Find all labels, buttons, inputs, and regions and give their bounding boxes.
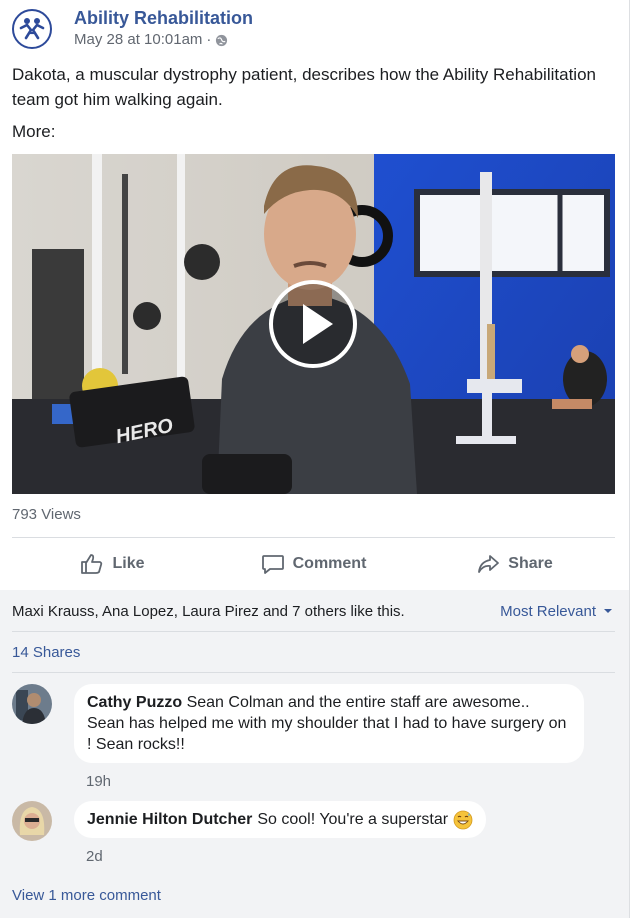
view-more-comments-link[interactable]: View 1 more comment: [12, 887, 161, 904]
comment-icon: [261, 555, 284, 574]
comment-bubble: Cathy Puzzo Sean Colman and the entire s…: [74, 684, 584, 763]
like-label: Like: [112, 555, 145, 572]
engagement-section: Maxi Krauss, Ana Lopez, Laura Pirez and …: [0, 590, 629, 918]
comment-body: Jennie Hilton Dutcher So cool! You're a …: [74, 801, 487, 865]
logo-icon: [19, 18, 45, 40]
comment-button[interactable]: Comment: [213, 542, 414, 586]
post-text: Dakota, a muscular dystrophy patient, de…: [12, 65, 596, 109]
thumbs-up-icon: [81, 554, 103, 574]
post-header: Ability Rehabilitation May 28 at 10:01am…: [12, 6, 253, 52]
post-timestamp-row: May 28 at 10:01am ·: [74, 30, 253, 50]
page-avatar[interactable]: [12, 9, 52, 49]
divider: [12, 537, 615, 538]
comment-bubble: Jennie Hilton Dutcher So cool! You're a …: [74, 801, 487, 838]
sort-dropdown[interactable]: Most Relevant: [500, 603, 615, 620]
shares-link[interactable]: 14 Shares: [12, 644, 80, 661]
grinning-sweat-emoji-icon: [453, 810, 473, 829]
views-count: 793 Views: [12, 506, 81, 523]
share-icon: [478, 555, 500, 573]
commenter-avatar[interactable]: [12, 684, 52, 724]
share-label: Share: [508, 555, 553, 572]
comment-label: Comment: [292, 555, 367, 572]
comment-body: Cathy Puzzo Sean Colman and the entire s…: [74, 684, 584, 790]
page-meta: Ability Rehabilitation May 28 at 10:01am…: [74, 8, 253, 50]
play-icon[interactable]: [267, 278, 359, 370]
commenter-avatar[interactable]: [12, 801, 52, 841]
like-button[interactable]: Like: [12, 542, 213, 586]
comment-author[interactable]: Cathy Puzzo: [87, 694, 182, 711]
post-timestamp[interactable]: May 28 at 10:01am: [74, 30, 202, 50]
likes-row: Maxi Krauss, Ana Lopez, Laura Pirez and …: [12, 600, 615, 622]
comment-item: Cathy Puzzo Sean Colman and the entire s…: [12, 684, 584, 790]
separator-dot: ·: [206, 31, 212, 48]
comment-text: So cool! You're a superstar: [257, 811, 449, 828]
video-player[interactable]: HERO: [12, 154, 615, 494]
comment-item: Jennie Hilton Dutcher So cool! You're a …: [12, 801, 487, 865]
comment-author[interactable]: Jennie Hilton Dutcher: [87, 809, 252, 830]
action-bar: Like Comment Share: [12, 542, 615, 586]
likes-summary[interactable]: Maxi Krauss, Ana Lopez, Laura Pirez and …: [12, 603, 405, 620]
comment-time[interactable]: 19h: [86, 773, 584, 790]
comment-time[interactable]: 2d: [86, 848, 486, 865]
post-card: Ability Rehabilitation May 28 at 10:01am…: [0, 0, 630, 918]
share-button[interactable]: Share: [414, 542, 615, 586]
caret-down-icon: [604, 609, 612, 613]
avatar-photo: [12, 801, 52, 841]
divider: [12, 631, 615, 632]
avatar-photo: [12, 684, 52, 724]
divider: [12, 672, 615, 673]
globe-icon[interactable]: [215, 34, 228, 47]
sort-label: Most Relevant: [500, 602, 596, 620]
post-more-text: More:: [12, 122, 56, 141]
page-name-link[interactable]: Ability Rehabilitation: [74, 8, 253, 28]
